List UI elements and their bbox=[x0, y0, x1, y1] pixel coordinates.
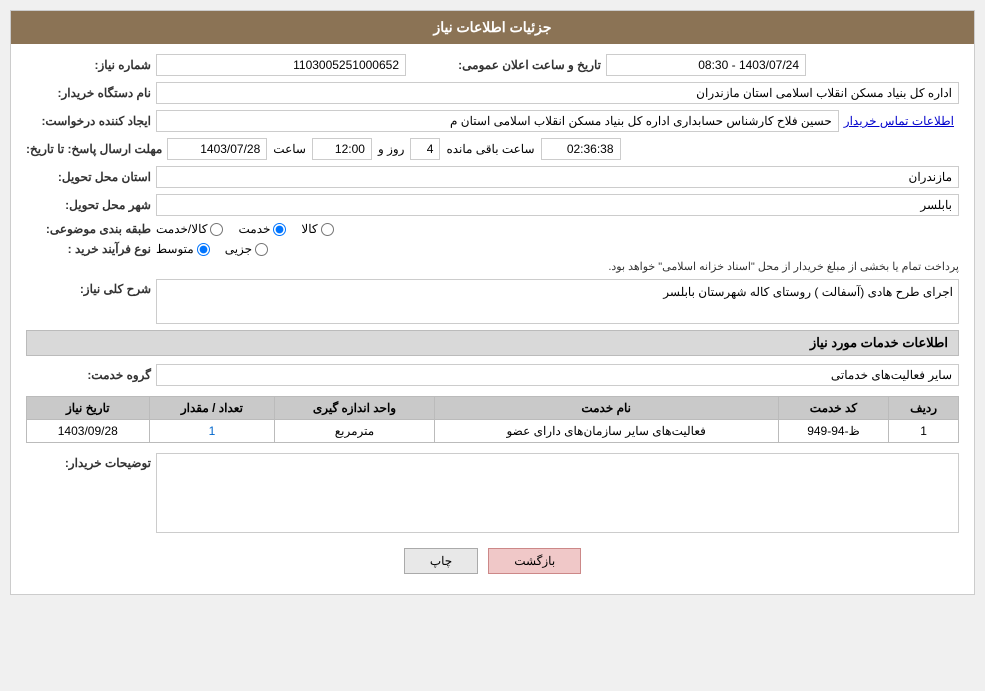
deadline-days: 4 bbox=[410, 138, 440, 160]
date-label: تاریخ و ساعت اعلان عمومی: bbox=[426, 58, 606, 72]
creator-label: ایجاد کننده درخواست: bbox=[26, 114, 156, 128]
id-value: 1103005251000652 bbox=[156, 54, 406, 76]
id-label: شماره نیاز: bbox=[26, 58, 156, 72]
category-option-kala[interactable]: کالا bbox=[301, 222, 333, 236]
col-qty: تعداد / مقدار bbox=[149, 397, 275, 420]
services-section-title: اطلاعات خدمات مورد نیاز bbox=[26, 330, 959, 356]
category-radio-group: کالا/خدمت خدمت کالا bbox=[156, 222, 334, 236]
buyer-org-value: اداره کل بنیاد مسکن انقلاب اسلامی استان … bbox=[156, 82, 959, 104]
service-group-value: سایر فعالیت‌های خدماتی bbox=[156, 364, 959, 386]
creator-contact-link[interactable]: اطلاعات تماس خریدار bbox=[839, 114, 959, 128]
buyer-notes-label: توضیحات خریدار: bbox=[26, 453, 156, 470]
category-label-kala-khedmat: کالا/خدمت bbox=[156, 222, 207, 236]
description-label: شرح کلی نیاز: bbox=[26, 279, 156, 296]
panel-title: جزئیات اطلاعات نیاز bbox=[11, 11, 974, 44]
category-option-kala-khedmat[interactable]: کالا/خدمت bbox=[156, 222, 223, 236]
city-value: بابلسر bbox=[156, 194, 959, 216]
col-unit: واحد اندازه گیری bbox=[275, 397, 434, 420]
cell-name: فعالیت‌های سایر سازمان‌های دارای عضو bbox=[434, 420, 778, 443]
purchase-type-radio-motevaset[interactable] bbox=[197, 243, 210, 256]
button-row: بازگشت چاپ bbox=[26, 548, 959, 574]
deadline-remaining: 02:36:38 bbox=[541, 138, 621, 160]
cell-date: 1403/09/28 bbox=[27, 420, 150, 443]
creator-value: حسین فلاح کارشناس حسابداری اداره کل بنیا… bbox=[156, 110, 839, 132]
category-radio-khedmat[interactable] bbox=[273, 223, 286, 236]
category-label-khedmat: خدمت bbox=[238, 222, 270, 236]
buyer-org-label: نام دستگاه خریدار: bbox=[26, 86, 156, 100]
back-button[interactable]: بازگشت bbox=[488, 548, 581, 574]
category-label-kala: کالا bbox=[301, 222, 317, 236]
deadline-days-label: روز و bbox=[378, 142, 405, 156]
category-label: طبقه بندی موضوعی: bbox=[26, 222, 156, 236]
date-value: 1403/07/24 - 08:30 bbox=[606, 54, 806, 76]
cell-code: ظ-94-949 bbox=[778, 420, 888, 443]
province-value: مازندران bbox=[156, 166, 959, 188]
services-table: ردیف کد خدمت نام خدمت واحد اندازه گیری ت… bbox=[26, 396, 959, 443]
table-row: 1 ظ-94-949 فعالیت‌های سایر سازمان‌های دا… bbox=[27, 420, 959, 443]
cell-unit: مترمربع bbox=[275, 420, 434, 443]
buyer-notes-textarea[interactable] bbox=[156, 453, 959, 533]
deadline-time-label: ساعت bbox=[273, 142, 306, 156]
purchase-type-option-motevaset[interactable]: متوسط bbox=[156, 242, 210, 256]
purchase-type-label: نوع فرآیند خرید : bbox=[26, 242, 156, 256]
col-row: ردیف bbox=[889, 397, 959, 420]
purchase-type-label-jozi: جزیی bbox=[225, 242, 252, 256]
col-date: تاریخ نیاز bbox=[27, 397, 150, 420]
col-code: کد خدمت bbox=[778, 397, 888, 420]
category-option-khedmat[interactable]: خدمت bbox=[238, 222, 286, 236]
service-group-label: گروه خدمت: bbox=[26, 368, 156, 382]
description-value: اجرای طرح هادی (آسفالت ) روستای کاله شهر… bbox=[663, 285, 953, 299]
category-radio-kala-khedmat[interactable] bbox=[210, 223, 223, 236]
col-name: نام خدمت bbox=[434, 397, 778, 420]
province-label: استان محل تحویل: bbox=[26, 170, 156, 184]
deadline-remaining-label: ساعت باقی مانده bbox=[446, 142, 534, 156]
print-button[interactable]: چاپ bbox=[404, 548, 478, 574]
cell-qty: 1 bbox=[149, 420, 275, 443]
deadline-date: 1403/07/28 bbox=[167, 138, 267, 160]
cell-row: 1 bbox=[889, 420, 959, 443]
city-label: شهر محل تحویل: bbox=[26, 198, 156, 212]
services-table-section: ردیف کد خدمت نام خدمت واحد اندازه گیری ت… bbox=[26, 396, 959, 443]
purchase-type-note: پرداخت تمام یا بخشی از مبلغ خریدار از مح… bbox=[156, 260, 959, 273]
deadline-label: مهلت ارسال پاسخ: تا تاریخ: bbox=[26, 142, 167, 156]
purchase-type-radio-jozi[interactable] bbox=[255, 243, 268, 256]
purchase-type-option-jozi[interactable]: جزیی bbox=[225, 242, 268, 256]
purchase-type-label-motevaset: متوسط bbox=[156, 242, 194, 256]
category-radio-kala[interactable] bbox=[321, 223, 334, 236]
deadline-time: 12:00 bbox=[312, 138, 372, 160]
